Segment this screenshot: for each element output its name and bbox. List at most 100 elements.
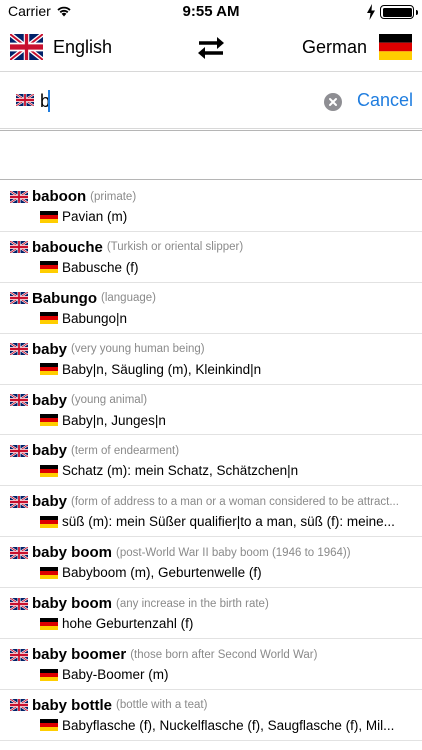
result-description: (primate) — [90, 190, 137, 203]
result-translation: Schatz (m): mein Schatz, Schätzchen|n — [62, 463, 299, 479]
battery-icon — [380, 5, 418, 19]
result-translation-line: Babyflasche (f), Nuckelflasche (f), Saug… — [40, 718, 410, 733]
german-flag-icon — [40, 617, 58, 630]
result-translation: Baby|n, Säugling (m), Kleinkind|n — [62, 361, 262, 377]
result-translation: süß (m): mein Süßer qualifier|to a man, … — [62, 514, 395, 530]
result-translation: hohe Geburtenzahl (f) — [62, 616, 194, 632]
result-translation-line: Babyboom (m), Geburtenwelle (f) — [40, 565, 410, 580]
result-term-line: Babungo (language) — [10, 290, 414, 307]
result-description: (those born after Second World War) — [130, 648, 318, 661]
result-row[interactable]: baby boomer (those born after Second Wor… — [0, 639, 422, 690]
result-term-line: babouche (Turkish or oriental slipper) — [10, 239, 414, 256]
uk-flag-icon — [10, 699, 28, 712]
result-term-line: baby (young animal) — [10, 392, 414, 409]
german-flag-icon — [40, 261, 58, 274]
uk-flag-icon — [10, 292, 28, 305]
result-description: (form of address to a man or a woman con… — [71, 495, 399, 508]
status-bar: Carrier 9:55 AM — [0, 0, 422, 24]
uk-flag-icon — [10, 394, 28, 407]
source-language-button[interactable]: English — [10, 34, 112, 60]
result-term: baboon — [32, 188, 87, 205]
language-bar: English German — [0, 24, 422, 72]
uk-flag-icon — [10, 546, 28, 559]
uk-flag-icon — [10, 190, 28, 203]
text-caret — [48, 90, 50, 112]
result-description: (Turkish or oriental slipper) — [106, 241, 244, 254]
result-term: baby boom — [32, 595, 113, 613]
german-flag-icon — [379, 34, 412, 60]
result-row[interactable]: baby (very young human being) Baby|n, Sä… — [0, 334, 422, 385]
result-translation-line: süß (m): mein Süßer qualifier|to a man, … — [40, 514, 410, 529]
result-translation: Babyflasche (f), Nuckelflasche (f), Saug… — [62, 717, 395, 733]
german-flag-icon — [40, 210, 58, 223]
result-translation: Babungo|n — [62, 310, 128, 326]
result-row[interactable]: babouche (Turkish or oriental slipper) B… — [0, 232, 422, 283]
search-input[interactable] — [38, 89, 308, 113]
result-translation-line: Schatz (m): mein Schatz, Schätzchen|n — [40, 463, 410, 478]
uk-flag-icon — [16, 94, 34, 106]
german-flag-icon — [40, 515, 58, 528]
result-term-line: baby boomer (those born after Second Wor… — [10, 646, 414, 663]
result-row[interactable]: Babungo (language) Babungo|n — [0, 283, 422, 334]
blank-panel — [0, 130, 422, 180]
result-term: baby boom — [32, 544, 113, 562]
result-description: (any increase in the birth rate) — [116, 597, 269, 610]
german-flag-icon — [40, 312, 58, 325]
result-term: baby — [32, 493, 68, 511]
german-flag-icon — [40, 668, 58, 681]
result-translation: Pavian (m) — [62, 209, 128, 224]
result-row[interactable]: baby (term of endearment) Schatz (m): me… — [0, 435, 422, 487]
target-language-button[interactable]: German — [302, 34, 412, 60]
result-description: (bottle with a teat) — [116, 699, 208, 712]
result-term-line: baby boom (any increase in the birth rat… — [10, 595, 414, 612]
result-row[interactable]: baby (form of address to a man or a woma… — [0, 486, 422, 538]
result-row[interactable]: baby boom (post-World War II baby boom (… — [0, 537, 422, 589]
result-description: (post-World War II baby boom (1946 to 19… — [116, 546, 351, 559]
result-row[interactable]: baby bottle (bottle with a teat) Babyfla… — [0, 690, 422, 741]
german-flag-icon — [40, 464, 58, 477]
uk-flag-icon — [10, 444, 28, 457]
charging-icon — [366, 4, 376, 20]
result-row[interactable]: baby boom (any increase in the birth rat… — [0, 588, 422, 640]
result-term: baby boomer — [32, 646, 127, 664]
uk-flag-icon — [10, 648, 28, 661]
result-description: (young animal) — [71, 394, 148, 407]
result-term: babouche — [32, 238, 103, 256]
result-translation: Baby|n, Junges|n — [62, 412, 166, 428]
uk-flag-icon — [10, 597, 28, 610]
german-flag-icon — [40, 566, 58, 579]
result-term: baby — [32, 340, 68, 358]
result-row[interactable]: baby (young animal) Baby|n, Junges|n — [0, 385, 422, 436]
german-flag-icon — [40, 414, 58, 427]
cancel-button[interactable]: Cancel — [357, 90, 413, 111]
battery-nub — [415, 9, 418, 15]
uk-flag-icon — [10, 34, 43, 60]
uk-flag-icon — [10, 343, 28, 356]
result-description: (term of endearment) — [71, 444, 180, 457]
result-term: baby bottle — [32, 696, 113, 714]
result-term: baby — [32, 391, 68, 409]
source-language-label: English — [53, 36, 113, 57]
swap-arrows-icon[interactable] — [195, 35, 227, 61]
result-translation-line: Baby|n, Junges|n — [40, 413, 410, 428]
result-description: (very young human being) — [71, 343, 205, 356]
uk-flag-icon — [10, 495, 28, 508]
search-bar: Cancel — [0, 73, 422, 129]
german-flag-icon — [40, 363, 58, 376]
result-translation: Baby-Boomer (m) — [62, 667, 169, 683]
result-term-line: baby (very young human being) — [10, 341, 414, 358]
german-flag-icon — [40, 719, 58, 732]
result-term-line: baby (term of endearment) — [10, 442, 414, 459]
result-term-line: baboon (primate) — [10, 188, 414, 205]
result-translation-line: Babungo|n — [40, 311, 410, 326]
result-row[interactable]: baboon (primate) Pavian (m) — [0, 181, 422, 232]
result-translation: Babyboom (m), Geburtenwelle (f) — [62, 565, 262, 581]
result-translation-line: Baby-Boomer (m) — [40, 667, 410, 682]
result-translation-line: Babusche (f) — [40, 260, 410, 275]
result-translation-line: Pavian (m) — [40, 209, 410, 224]
results-list: baboon (primate) Pavian (m) babouche (Tu… — [0, 181, 422, 741]
result-term: baby — [32, 442, 68, 460]
uk-flag-icon — [10, 241, 28, 254]
result-term-line: baby boom (post-World War II baby boom (… — [10, 544, 414, 561]
clear-icon[interactable] — [324, 93, 342, 111]
